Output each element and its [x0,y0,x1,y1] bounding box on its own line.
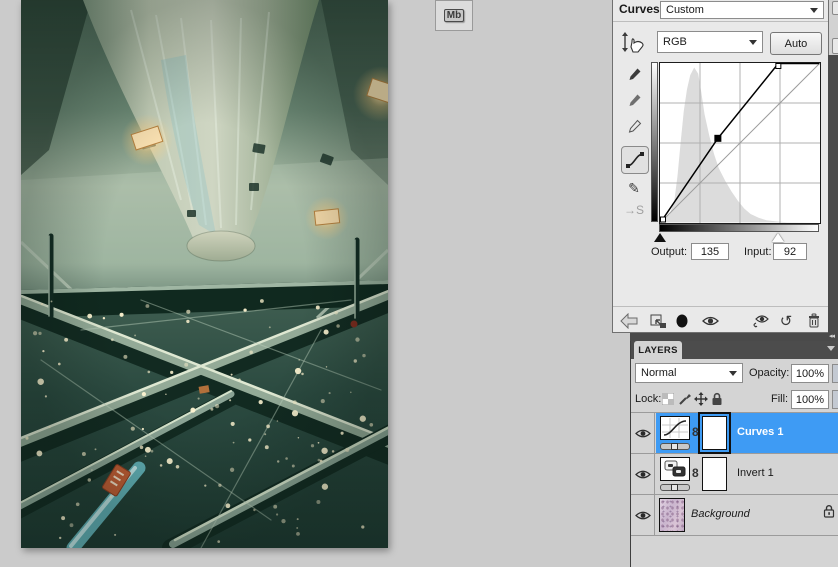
clip-to-layer-icon[interactable] [647,311,669,331]
collapsed-dock-icons[interactable] [828,0,838,55]
adjustments-panel: Curves Custom RGB Auto ✎ →S Output: 135 … [612,0,829,333]
fill-spinner[interactable] [832,390,838,409]
thumbnail-slider [660,443,690,450]
layer-row-body[interactable]: 8 Curves 1 [656,413,838,453]
lock-position-move-icon[interactable] [693,391,708,407]
dock-divider-bar: ◂◂ [630,333,838,341]
layer-name: Background [691,508,750,520]
output-value-field[interactable]: 135 [691,243,729,260]
fill-field[interactable]: 100% [791,390,829,409]
layer-mask-thumbnail[interactable] [702,457,727,491]
document-canvas[interactable] [21,0,388,548]
thumbnail-slider [660,484,690,491]
view-previous-state-icon[interactable] [749,311,771,331]
panel-title: Curves [619,2,660,16]
divider [613,306,828,307]
visibility-toggle[interactable] [631,495,655,535]
dock-icon-fragment [832,38,838,54]
layer-row-body[interactable]: Background [656,495,838,535]
white-point-eyedropper-icon[interactable] [621,114,647,138]
background-layer-thumbnail[interactable] [659,498,685,532]
layer-row-background[interactable]: Background [631,495,838,536]
lock-label: Lock: [635,393,661,405]
layer-row-invert-1[interactable]: 8 Invert 1 [631,454,838,495]
mask-link-icon: 8 [692,425,699,439]
layer-row-curves-1[interactable]: 8 Curves 1 [631,413,838,454]
locked-layer-padlock-icon [823,504,835,523]
clipping-toggle-icon[interactable] [671,311,693,331]
invert-adjustment-thumbnail[interactable] [660,457,690,481]
input-value-field[interactable]: 92 [773,243,807,260]
dock-icon-fragment [832,1,838,15]
highlight-input-slider[interactable] [772,233,784,242]
opacity-label: Opacity: [749,367,789,379]
opacity-spinner[interactable] [832,364,838,383]
lock-pixels-brush-icon[interactable] [677,391,692,407]
pencil-tool-icon[interactable]: ✎ [621,176,647,200]
mask-link-icon: 8 [692,466,699,480]
back-arrow-icon[interactable] [618,311,640,331]
layer-name: Curves 1 [737,426,783,438]
layers-panel: LAYERS Normal Opacity: 100% Lock: Fill: … [630,341,838,567]
collapse-dock-icon[interactable]: ◂◂ [829,332,834,340]
tab-layers[interactable]: LAYERS [634,341,682,359]
eye-icon [635,510,651,521]
mb-panel-icon: Mb [444,9,464,22]
divider [613,21,828,22]
visibility-toggle[interactable] [631,413,655,453]
layer-name: Invert 1 [737,467,774,479]
chevron-down-icon [729,371,737,376]
layer-mask-thumbnail[interactable] [702,416,727,450]
preset-value: Custom [666,4,704,16]
black-point-eyedropper-icon[interactable] [621,62,647,86]
photo-illustration [21,0,388,548]
input-gradient-bar [659,224,819,232]
visibility-eye-icon[interactable] [699,311,721,331]
curves-preset-dropdown[interactable]: Custom [660,1,824,19]
smooth-curve-icon[interactable]: →S [621,198,647,222]
layer-row-body[interactable]: 8 Invert 1 [656,454,838,494]
reset-icon[interactable]: ↺ [775,311,797,331]
panel-menu-icon[interactable] [827,346,835,351]
gray-point-eyedropper-icon[interactable] [621,88,647,112]
layers-panel-header: LAYERS [631,341,838,359]
chevron-down-icon [749,40,757,45]
eye-icon [635,428,651,439]
fill-label: Fill: [771,393,788,405]
curves-channel-dropdown[interactable]: RGB [657,31,763,53]
collapsed-panel-button[interactable]: Mb [435,0,473,31]
eye-icon [635,469,651,480]
blend-mode-dropdown[interactable]: Normal [635,363,743,383]
shadow-input-slider[interactable] [654,233,666,242]
chevron-down-icon [810,8,818,13]
dock-edge [828,55,838,333]
visibility-toggle[interactable] [631,454,655,494]
channel-value: RGB [663,36,687,48]
blend-mode-value: Normal [641,367,676,379]
edit-points-tool-icon[interactable] [621,146,649,174]
input-label: Input: [744,246,772,258]
auto-button[interactable]: Auto [770,32,822,55]
lock-transparency-icon[interactable] [660,391,675,407]
output-label: Output: [651,246,687,258]
output-gradient-bar [651,62,658,222]
opacity-field[interactable]: 100% [791,364,829,383]
curves-graph[interactable] [659,62,821,224]
lock-all-padlock-icon[interactable] [709,391,724,407]
curves-adjustment-thumbnail[interactable] [660,416,690,440]
scrubby-hand-icon[interactable] [620,30,646,59]
delete-adjustment-trash-icon[interactable] [803,311,825,331]
